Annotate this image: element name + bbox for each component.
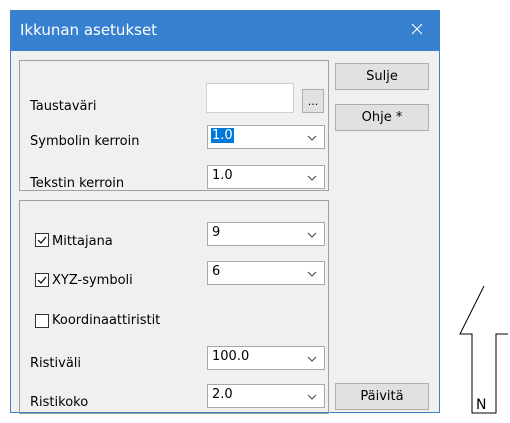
cross-interval-value: 100.0: [212, 349, 250, 364]
display-factors-group: Taustaväri ... Symbolin kerroin 1.0 Teks…: [19, 60, 329, 191]
coordinate-crosses-checkbox[interactable]: [35, 314, 49, 328]
measure-line-value: 9: [212, 225, 221, 240]
close-icon: [411, 23, 423, 39]
cross-interval-select[interactable]: 100.0: [207, 346, 325, 370]
text-factor-label: Tekstin kerroin: [30, 176, 125, 191]
measure-line-select[interactable]: 9: [207, 222, 325, 246]
browse-color-button[interactable]: ...: [302, 89, 324, 113]
grid-options-group: Mittajana 9 XYZ-symboli 6 Koordinaattiri…: [19, 200, 329, 414]
xyz-symbol-label: XYZ-symboli: [52, 273, 133, 288]
measure-line-label: Mittajana: [52, 234, 113, 249]
chevron-down-icon: [306, 268, 318, 278]
north-label: N: [476, 397, 487, 413]
help-button[interactable]: Ohje *: [335, 104, 429, 131]
chevron-down-icon: [306, 132, 318, 142]
symbol-factor-value: 1.0: [211, 128, 234, 143]
cross-interval-label: Ristiväli: [30, 356, 82, 371]
update-button-label: Päivitä: [360, 389, 404, 404]
xyz-symbol-select[interactable]: 6: [207, 261, 325, 285]
background-color-label: Taustaväri: [30, 99, 97, 114]
xyz-symbol-checkbox[interactable]: [35, 273, 49, 287]
symbol-factor-label: Symbolin kerroin: [30, 134, 140, 149]
cross-size-select[interactable]: 2.0: [207, 384, 325, 408]
window-title: Ikkunan asetukset: [20, 21, 158, 39]
chevron-down-icon: [306, 391, 318, 401]
text-factor-select[interactable]: 1.0: [207, 165, 325, 189]
close-button-label: Sulje: [366, 69, 398, 84]
cross-size-label: Ristikoko: [30, 395, 89, 410]
title-bar: Ikkunan asetukset: [11, 11, 439, 51]
north-arrow: N: [458, 285, 510, 415]
chevron-down-icon: [306, 172, 318, 182]
chevron-down-icon: [306, 353, 318, 363]
background-color-swatch[interactable]: [206, 83, 294, 113]
symbol-factor-select[interactable]: 1.0: [207, 125, 325, 149]
chevron-down-icon: [306, 229, 318, 239]
help-button-label: Ohje *: [361, 110, 403, 125]
xyz-symbol-value: 6: [212, 264, 221, 279]
measure-line-checkbox[interactable]: [35, 233, 49, 247]
cross-size-value: 2.0: [212, 387, 233, 402]
close-window-button[interactable]: [395, 11, 439, 51]
close-button[interactable]: Sulje: [335, 63, 429, 90]
coordinate-crosses-label: Koordinaattiristit: [52, 313, 161, 328]
update-button[interactable]: Päivitä: [335, 383, 429, 410]
settings-dialog: Ikkunan asetukset Taustaväri ... Symboli…: [10, 10, 440, 414]
text-factor-value: 1.0: [212, 168, 233, 183]
browse-label: ...: [307, 94, 319, 108]
